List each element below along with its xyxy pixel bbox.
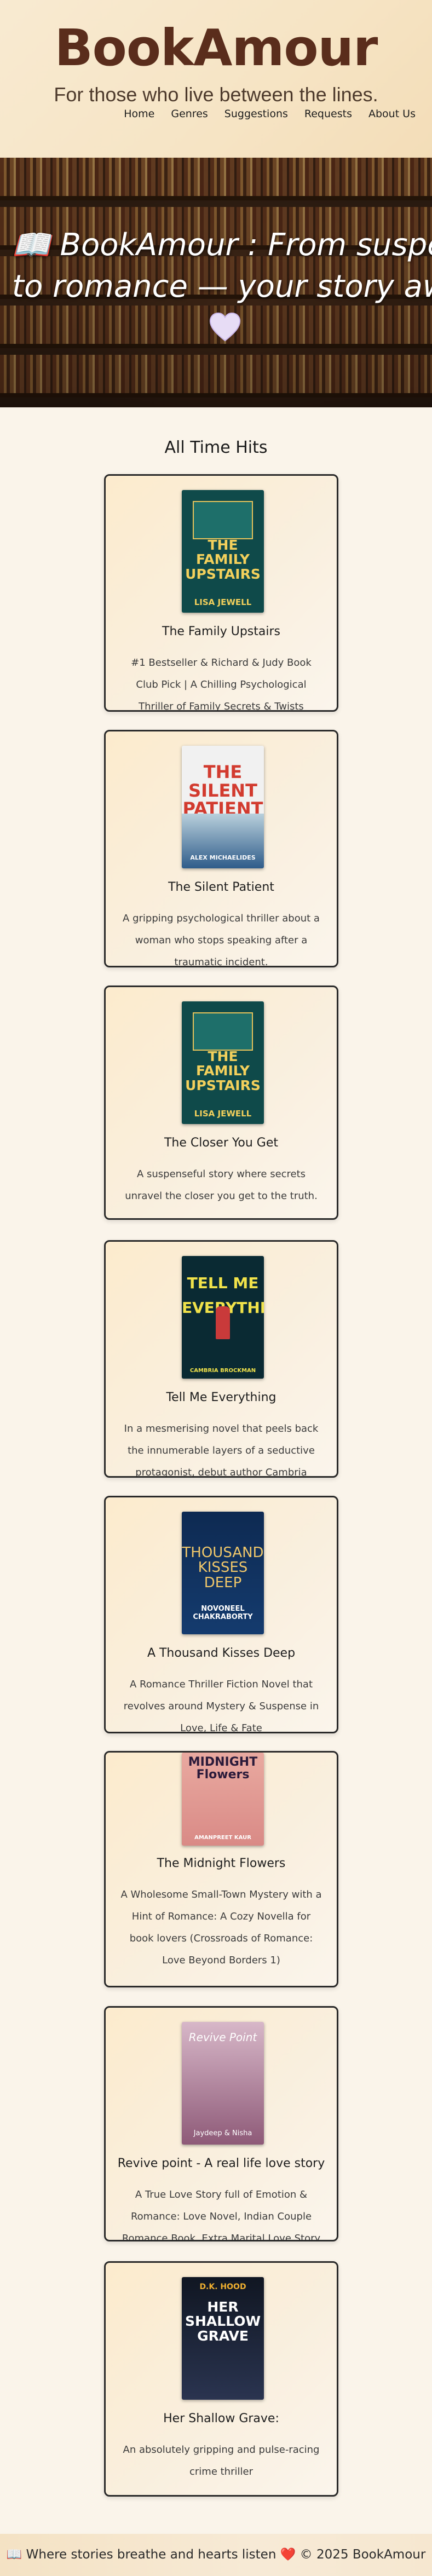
- tagline: For those who live between the lines.: [54, 83, 378, 106]
- nav-link-requests[interactable]: Requests: [304, 108, 352, 120]
- cover-author: D.K. HOOD: [199, 2283, 246, 2291]
- book-card[interactable]: Revive Point Jaydeep & Nisha Revive poin…: [104, 2006, 338, 2241]
- book-card[interactable]: THE FAMILY UPSTAIRS LISA JEWELL The Clos…: [104, 986, 338, 1220]
- book-title: Revive point - A real life love story: [117, 2157, 325, 2170]
- book-cover-image: THE SILENT PATIENT ALEX MICHAELIDES: [182, 746, 264, 868]
- cover-author: LISA JEWELL: [194, 1109, 252, 1119]
- red-heart-icon: ❤️: [280, 2548, 296, 2562]
- book-description: A gripping psychological thriller about …: [123, 913, 320, 967]
- main-nav: Home Genres Suggestions Requests About U…: [124, 108, 416, 120]
- cover-author: Jaydeep & Nisha: [193, 2129, 252, 2137]
- hero-title: 📖 BookAmour : From suspense to romance —…: [0, 224, 432, 307]
- hero-title-line-2: to romance — your story awaits: [12, 268, 432, 304]
- purple-heart-icon: [209, 312, 241, 342]
- cover-tagline: [184, 495, 262, 500]
- book-card[interactable]: MIDNIGHT Flowers AMANPREET KAUR The Midn…: [104, 1751, 338, 1987]
- site-header: BookAmour For those who live between the…: [0, 0, 432, 158]
- cover-title: Revive Point: [188, 2031, 257, 2044]
- book-description: A suspenseful story where secrets unrave…: [125, 1168, 318, 1202]
- book-cover-image: TELL ME EVERYTHING CAMBRIA BROCKMAN: [182, 1256, 264, 1379]
- cover-author: LISA JEWELL: [194, 597, 252, 607]
- book-description: A Wholesome Small-Town Mystery with a Hi…: [120, 1889, 322, 1966]
- book-description: A Romance Thriller Fiction Novel that re…: [123, 1679, 319, 1733]
- brand-logo[interactable]: BookAmour: [0, 23, 432, 73]
- book-description: An absolutely gripping and pulse-racing …: [123, 2444, 320, 2477]
- book-cover-image: D.K. HOOD HER SHALLOW GRAVE: [182, 2277, 264, 2400]
- book-description: In a mesmerising novel that peels back t…: [124, 1423, 319, 1478]
- book-card[interactable]: THOUSAND KISSES DEEP NOVONEEL CHAKRABORT…: [104, 1496, 338, 1733]
- book-title: The Midnight Flowers: [157, 1857, 286, 1870]
- book-card[interactable]: D.K. HOOD HER SHALLOW GRAVE Her Shallow …: [104, 2261, 338, 2497]
- cover-figure-art: [216, 1306, 230, 1339]
- book-cover-image: Revive Point Jaydeep & Nisha: [182, 2022, 264, 2145]
- cover-author: ALEX MICHAELIDES: [190, 854, 256, 861]
- hero-title-line-1: 📖 BookAmour : From suspense: [12, 227, 432, 263]
- cover-window-art: [193, 501, 253, 539]
- book-title: The Closer You Get: [164, 1136, 278, 1150]
- book-cover-image: MIDNIGHT Flowers AMANPREET KAUR: [182, 1753, 264, 1846]
- cover-title: THE FAMILY UPSTAIRS: [185, 537, 261, 582]
- book-cover-image: THE FAMILY UPSTAIRS LISA JEWELL: [182, 1001, 264, 1124]
- book-card[interactable]: TELL ME EVERYTHING CAMBRIA BROCKMAN Tell…: [104, 1240, 338, 1478]
- cover-title: THE SILENT PATIENT: [182, 762, 263, 820]
- book-description: #1 Bestseller & Richard & Judy Book Club…: [131, 657, 312, 712]
- book-card[interactable]: THE SILENT PATIENT ALEX MICHAELIDES The …: [104, 730, 338, 967]
- nav-link-about-us[interactable]: About Us: [368, 108, 416, 120]
- nav-link-genres[interactable]: Genres: [171, 108, 208, 120]
- book-title: A Thousand Kisses Deep: [147, 1646, 296, 1660]
- book-title: The Family Upstairs: [162, 625, 280, 638]
- cover-author: NOVONEEL CHAKRABORTY: [193, 1605, 253, 1621]
- footer-text: 📖 Where stories breathe and hearts liste…: [6, 2548, 277, 2562]
- book-title: Her Shallow Grave:: [163, 2412, 279, 2425]
- site-footer: 📖 Where stories breathe and hearts liste…: [0, 2534, 432, 2576]
- book-card[interactable]: THE FAMILY UPSTAIRS LISA JEWELL The Fami…: [104, 474, 338, 712]
- book-cover-image: THOUSAND KISSES DEEP NOVONEEL CHAKRABORT…: [182, 1512, 264, 1634]
- cover-title: THE FAMILY UPSTAIRS: [185, 1048, 261, 1093]
- book-title: The Silent Patient: [168, 880, 274, 894]
- cover-author: AMANPREET KAUR: [194, 1835, 251, 1841]
- cover-author: CAMBRIA BROCKMAN: [189, 1368, 256, 1374]
- cover-window-art: [193, 1012, 253, 1051]
- cover-title: THOUSAND KISSES DEEP: [182, 1545, 264, 1591]
- book-cover-image: THE FAMILY UPSTAIRS LISA JEWELL: [182, 490, 264, 613]
- cover-title: MIDNIGHT Flowers: [188, 1755, 258, 1782]
- book-description: A True Love Story full of Emotion & Roma…: [122, 2189, 321, 2241]
- book-title: Tell Me Everything: [166, 1391, 277, 1404]
- nav-link-suggestions[interactable]: Suggestions: [224, 108, 288, 120]
- cover-title: HER SHALLOW GRAVE: [185, 2299, 261, 2344]
- hero-banner: 📖 BookAmour : From suspense to romance —…: [0, 158, 432, 407]
- footer-copyright: © 2025 BookAmour: [299, 2548, 426, 2562]
- nav-link-home[interactable]: Home: [124, 108, 154, 120]
- section-title: All Time Hits: [164, 438, 268, 457]
